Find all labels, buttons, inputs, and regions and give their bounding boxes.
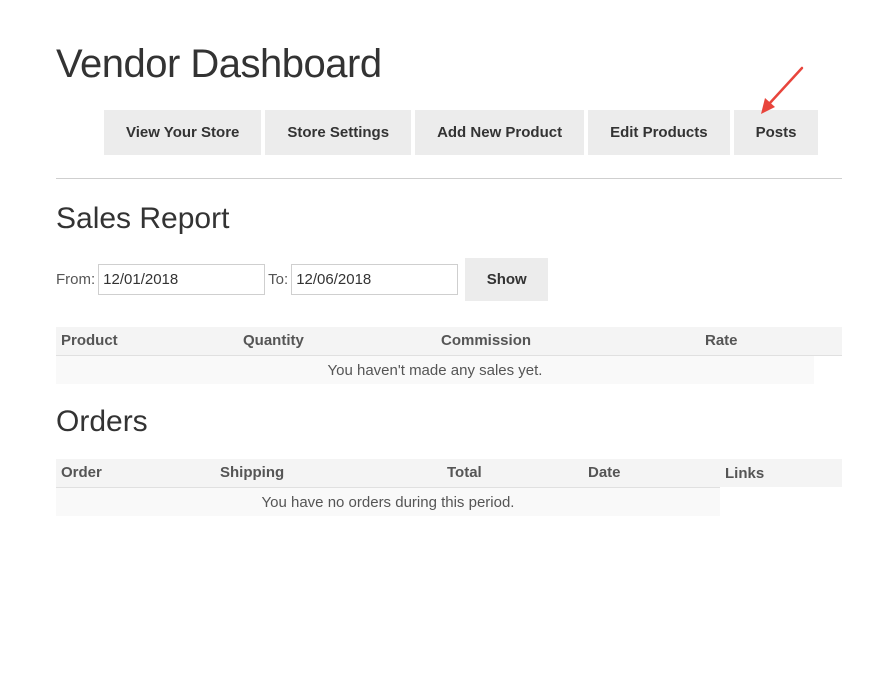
orders-table-header: Order Shipping Total Date Links (56, 459, 842, 488)
from-date-input[interactable] (98, 263, 266, 295)
annotation-arrow-icon (761, 66, 804, 114)
dashboard-nav: View Your Store Store Settings Add New P… (104, 110, 819, 155)
orders-title: Orders (56, 405, 148, 438)
divider (56, 178, 842, 179)
show-button[interactable]: Show (465, 257, 549, 301)
column-header-order: Order (56, 459, 215, 488)
orders-table: Order Shipping Total Date Links (56, 459, 842, 488)
sales-table-body: You haven't made any sales yet. (56, 356, 814, 384)
table-row: You have no orders during this period. (56, 488, 720, 516)
add-new-product-button[interactable]: Add New Product (415, 110, 585, 155)
from-label: From: (56, 270, 96, 288)
sales-report-title: Sales Report (56, 202, 230, 235)
to-label: To: (268, 270, 289, 288)
view-store-button[interactable]: View Your Store (104, 110, 262, 155)
column-header-rate: Rate (700, 327, 842, 356)
table-row: You haven't made any sales yet. (56, 356, 814, 384)
page-title: Vendor Dashboard (56, 42, 382, 86)
to-date-input[interactable] (291, 263, 459, 295)
store-settings-button[interactable]: Store Settings (265, 110, 412, 155)
column-header-shipping: Shipping (215, 459, 442, 488)
sales-table-header: Product Quantity Commission Rate (56, 327, 842, 356)
column-header-product: Product (56, 327, 238, 356)
column-header-quantity: Quantity (238, 327, 436, 356)
edit-products-button[interactable]: Edit Products (588, 110, 730, 155)
orders-table-body: You have no orders during this period. (56, 488, 720, 516)
sales-table: Product Quantity Commission Rate (56, 327, 842, 356)
orders-empty-message: You have no orders during this period. (56, 488, 720, 516)
date-range-form: From: To: Show (56, 257, 549, 301)
column-header-date: Date (583, 459, 720, 488)
column-header-commission: Commission (436, 327, 700, 356)
column-header-links: Links (720, 459, 842, 487)
column-header-total: Total (442, 459, 583, 488)
sales-empty-message: You haven't made any sales yet. (56, 356, 814, 384)
